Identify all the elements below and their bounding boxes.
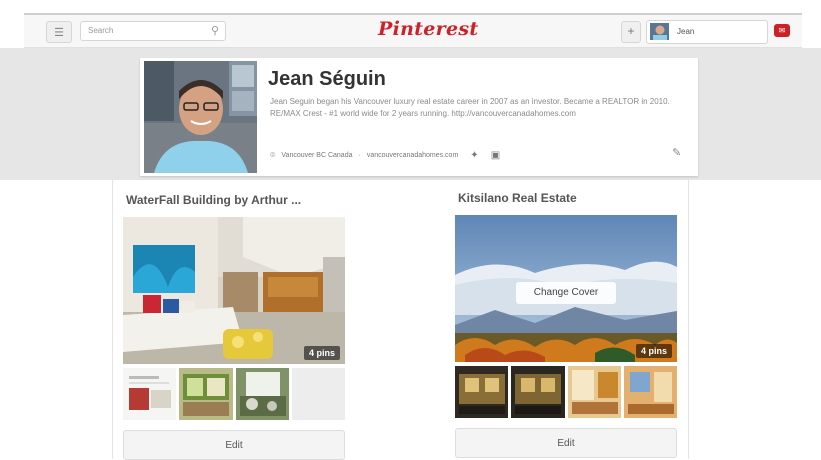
user-menu-button[interactable]: Jean xyxy=(646,20,768,44)
board-thumbnail[interactable] xyxy=(123,368,177,420)
change-cover-button[interactable]: Change Cover xyxy=(516,282,616,304)
board-thumbnail[interactable] xyxy=(235,368,289,420)
board-card[interactable]: Kitsilano Real Estate Change Cover 4 pin… xyxy=(455,180,677,458)
pinterest-logo[interactable]: Pinterest xyxy=(378,18,478,40)
user-name: Jean xyxy=(677,27,695,36)
profile-divider: · xyxy=(358,152,361,159)
board-thumbnails xyxy=(455,366,677,418)
board-thumbnail[interactable] xyxy=(455,366,509,418)
profile-location: Vancouver BC Canada xyxy=(281,152,353,159)
add-pin-button[interactable]: + xyxy=(621,21,641,43)
search-placeholder: Search xyxy=(88,26,114,35)
board-thumbnail[interactable] xyxy=(623,366,677,418)
notifications-icon[interactable]: ✉ xyxy=(774,24,790,37)
profile-meta: ⌾ Vancouver BC Canada · vancouvercanadah… xyxy=(270,150,500,161)
board-thumbnail[interactable] xyxy=(511,366,565,418)
pin-count: 4 pins xyxy=(303,346,340,360)
board-thumbnails xyxy=(123,368,345,420)
location-pin-icon: ⌾ xyxy=(270,150,276,160)
board-thumbnail[interactable] xyxy=(291,368,345,420)
board-title[interactable]: Kitsilano Real Estate xyxy=(458,191,577,205)
board-thumbnail[interactable] xyxy=(179,368,233,420)
profile-card: Jean Séguin Jean Seguin began his Vancou… xyxy=(140,58,698,176)
board-cover-image[interactable]: 4 pins xyxy=(123,217,345,364)
avatar xyxy=(650,23,669,40)
board-title[interactable]: WaterFall Building by Arthur ... xyxy=(126,193,301,207)
board-card[interactable]: WaterFall Building by Arthur ... 4 pins xyxy=(123,182,345,460)
search-input[interactable]: Search ⚲ xyxy=(80,21,226,41)
hamburger-icon: ☰ xyxy=(54,26,64,39)
profile-name: Jean Séguin xyxy=(268,68,386,90)
plus-icon: + xyxy=(627,24,635,38)
edit-board-button[interactable]: Edit xyxy=(455,428,677,458)
menu-button[interactable]: ☰ xyxy=(46,21,72,43)
profile-website-link[interactable]: vancouvercanadahomes.com xyxy=(367,152,458,159)
search-icon[interactable]: ⚲ xyxy=(211,24,219,37)
edit-profile-icon[interactable]: ✎ xyxy=(672,146,681,159)
pin-count: 4 pins xyxy=(635,344,672,358)
profile-photo xyxy=(144,61,257,173)
edit-board-button[interactable]: Edit xyxy=(123,430,345,460)
profile-bio: Jean Seguin began his Vancouver luxury r… xyxy=(270,97,670,118)
board-cover-image[interactable]: Change Cover 4 pins xyxy=(455,215,677,362)
board-thumbnail[interactable] xyxy=(567,366,621,418)
twitter-icon[interactable]: ✦ xyxy=(470,150,478,161)
facebook-icon[interactable]: ▣ xyxy=(491,150,500,161)
